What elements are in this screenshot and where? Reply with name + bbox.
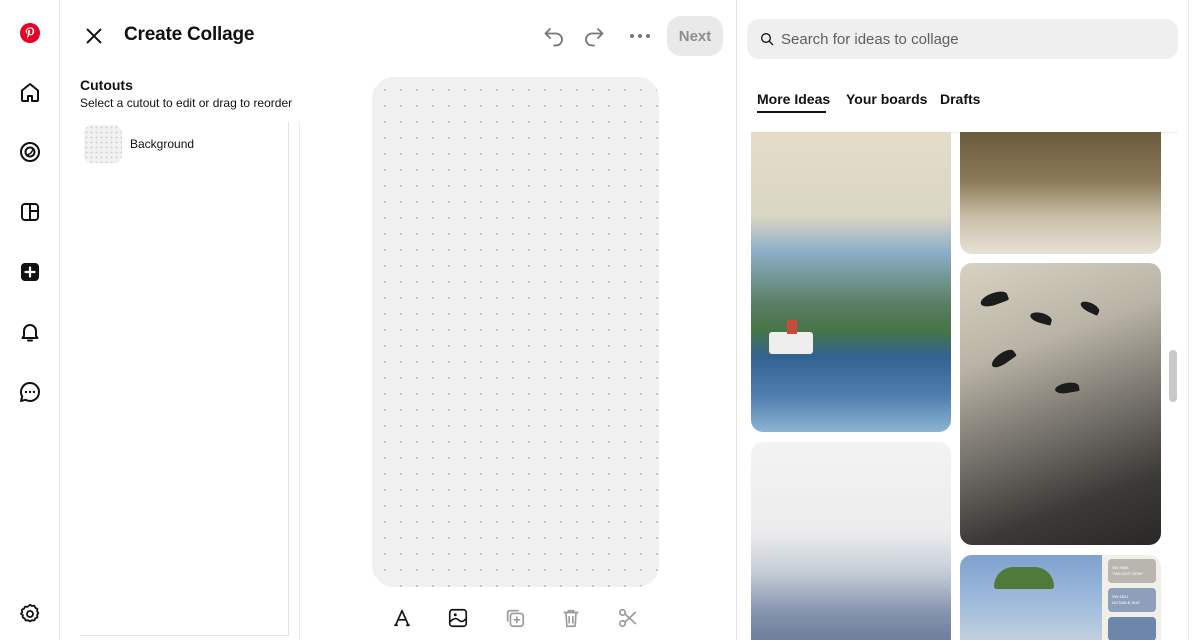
swatch-1-code: SW 6521 [1112,594,1129,599]
left-nav-rail [0,0,60,640]
explore-icon[interactable] [14,136,46,168]
pinterest-logo-icon[interactable] [14,17,46,49]
home-icon[interactable] [14,76,46,108]
scissors-icon [618,608,637,628]
lighthouse-shape [769,332,813,354]
undo-icon [544,28,563,47]
close-button[interactable] [78,20,110,52]
cutout-label: Background [130,137,195,151]
pin-map-lighthouse[interactable] [751,132,951,432]
settings-icon[interactable] [14,598,46,630]
undo-button[interactable] [539,22,569,50]
bird-shape [1054,380,1080,396]
right-edge-divider [1188,0,1189,640]
pin-birds-collage[interactable] [960,263,1161,545]
text-tool-button[interactable] [388,604,416,632]
swatch-1-name: NOTABLE HUE [1112,600,1140,605]
notifications-icon[interactable] [14,316,46,348]
text-tool-icon [394,609,410,627]
bird-shape [1029,310,1053,326]
search-bar[interactable] [747,19,1178,59]
bird-shape [1079,299,1101,316]
umbrella-shape [994,567,1054,589]
search-input[interactable] [781,30,1161,48]
tab-drafts[interactable]: Drafts [940,91,980,107]
swatch-2 [1108,617,1156,640]
more-options-button[interactable] [625,22,655,50]
feed-scrollbar-thumb[interactable] [1169,350,1177,402]
image-tool-button[interactable] [444,604,472,632]
create-icon[interactable] [14,256,46,288]
board-icon[interactable] [14,196,46,228]
pin-gradient[interactable] [751,442,951,640]
cutouts-subtitle: Select a cutout to edit or drag to reord… [80,96,293,110]
redo-button[interactable] [579,22,609,50]
add-layer-icon [506,609,525,628]
more-icon [630,34,650,38]
lighthouse-roof [787,320,797,334]
bird-shape [989,346,1017,371]
cutout-thumbnail [84,125,122,163]
swatch-0-name: TWILIGHT GRAY [1112,571,1144,576]
page-title: Create Collage [124,24,255,45]
next-button[interactable]: Next [667,16,723,56]
tab-more-ideas[interactable]: More Ideas [757,91,830,107]
messages-icon[interactable] [14,376,46,408]
pin-branch[interactable] [960,132,1161,254]
pin-monet-palette[interactable]: SW 9654 TWILIGHT GRAY SW 6521 NOTABLE HU… [960,555,1161,640]
cutout-item-background[interactable]: Background [84,125,194,163]
panel-divider [299,122,300,640]
right-panel-divider [736,0,737,640]
trash-icon [563,609,579,628]
cutouts-title: Cutouts [80,77,133,93]
add-layer-button[interactable] [501,604,529,632]
collage-canvas[interactable] [372,77,659,587]
image-tool-icon [448,608,468,628]
delete-button[interactable] [557,604,585,632]
cutout-tool-button[interactable] [614,604,642,632]
cutouts-list: Background [80,122,289,636]
redo-icon [585,28,604,47]
active-tab-indicator [757,111,826,113]
tab-your-boards[interactable]: Your boards [846,91,927,107]
bird-shape [978,288,1010,310]
close-icon [86,28,102,44]
search-icon [761,33,774,46]
swatch-0-code: SW 9654 [1112,565,1129,570]
